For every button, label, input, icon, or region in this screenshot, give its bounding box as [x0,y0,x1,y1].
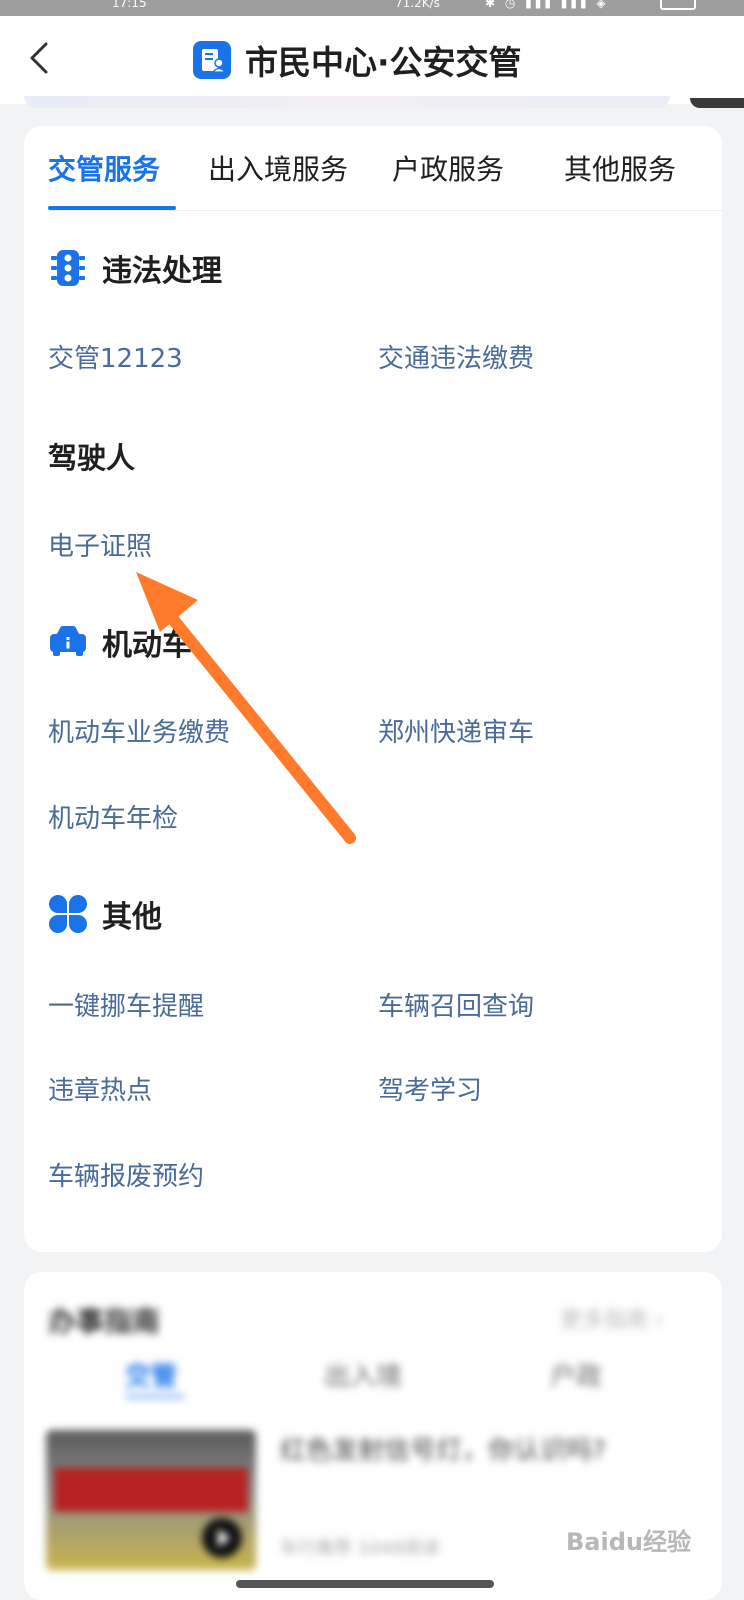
link-jiaoguan-12123[interactable]: 交管12123 [48,338,183,375]
status-bar: 17:15 71.2K/s ✱ ◷ ▮▮▮ ▮▮▮ ◈ [0,0,744,16]
traffic-light-icon [51,250,85,286]
status-time: 17:15 [112,0,147,10]
service-tabs: 交管服务 出入境服务 户政服务 其他服务 [48,126,722,211]
guide-tab-exit-entry[interactable]: 出入境 [324,1356,402,1393]
link-move-car-reminder[interactable]: 一键挪车提醒 [48,986,204,1023]
link-violation-payment[interactable]: 交通违法缴费 [378,338,534,375]
guide-tab-household[interactable]: 户政 [550,1356,602,1393]
signal-icons: ✱ ◷ ▮▮▮ ▮▮▮ ◈ [485,0,609,10]
battery-icon [660,0,696,10]
section-other: 其他 [48,894,162,935]
guide-tab-indicator [125,1394,185,1399]
guide-title: 办事指南 [48,1305,161,1338]
section-violation: 违法处理 [48,248,222,289]
section-title: 驾驶人 [48,441,136,475]
section-title: 其他 [102,900,162,935]
guide-tab-traffic[interactable]: 交管 [125,1356,177,1393]
tab-traffic[interactable]: 交管服务 [48,148,160,188]
link-driving-test-study[interactable]: 驾考学习 [378,1070,482,1107]
link-scrap-appointment[interactable]: 车辆报废预约 [48,1156,204,1193]
section-vehicle: 机动车 [48,622,192,663]
document-person-icon [193,41,231,79]
banner-edge [690,98,744,108]
play-icon[interactable] [202,1518,242,1558]
guide-more-link[interactable]: 更多指南 › [560,1302,664,1334]
page-title: 市民中心·公安交管 [245,43,522,82]
link-zhengzhou-inspection[interactable]: 郑州快递审车 [378,712,534,749]
link-e-license[interactable]: 电子证照 [48,526,152,563]
section-driver: 驾驶人 [48,436,135,476]
back-button[interactable] [24,38,60,78]
link-violation-hotspots[interactable]: 违章热点 [48,1070,152,1107]
section-title: 违法处理 [102,254,222,289]
four-petal-icon [49,895,87,933]
chevron-left-icon [30,42,48,74]
tab-other[interactable]: 其他服务 [564,148,676,188]
baidu-watermark: Baidu经验 [566,1528,691,1556]
link-vehicle-payment[interactable]: 机动车业务缴费 [48,712,230,749]
tab-household[interactable]: 户政服务 [392,148,504,188]
link-recall-query[interactable]: 车辆召回查询 [378,986,534,1023]
title-wrap: 市民中心·公安交管 [193,38,522,82]
tab-exit-entry[interactable]: 出入境服务 [208,148,348,188]
article-thumbnail[interactable] [46,1430,256,1570]
network-speed: 71.2K/s [395,0,440,10]
nav-bar: 市民中心·公安交管 [0,16,744,104]
car-icon [50,626,86,656]
tab-indicator [48,206,176,210]
home-indicator[interactable] [236,1580,494,1588]
link-annual-inspection[interactable]: 机动车年检 [48,798,178,835]
section-title: 机动车 [102,628,192,663]
banner-strip [24,96,670,108]
service-card: 交管服务 出入境服务 户政服务 其他服务 违法处理 交管12123 交通违法缴费… [24,126,722,1252]
thumbnail-banner [54,1468,248,1512]
article-title[interactable]: 红色发射信号灯，你认识吗? [280,1430,606,1467]
article-meta: 车行推荐 1048阅读 [280,1538,440,1559]
